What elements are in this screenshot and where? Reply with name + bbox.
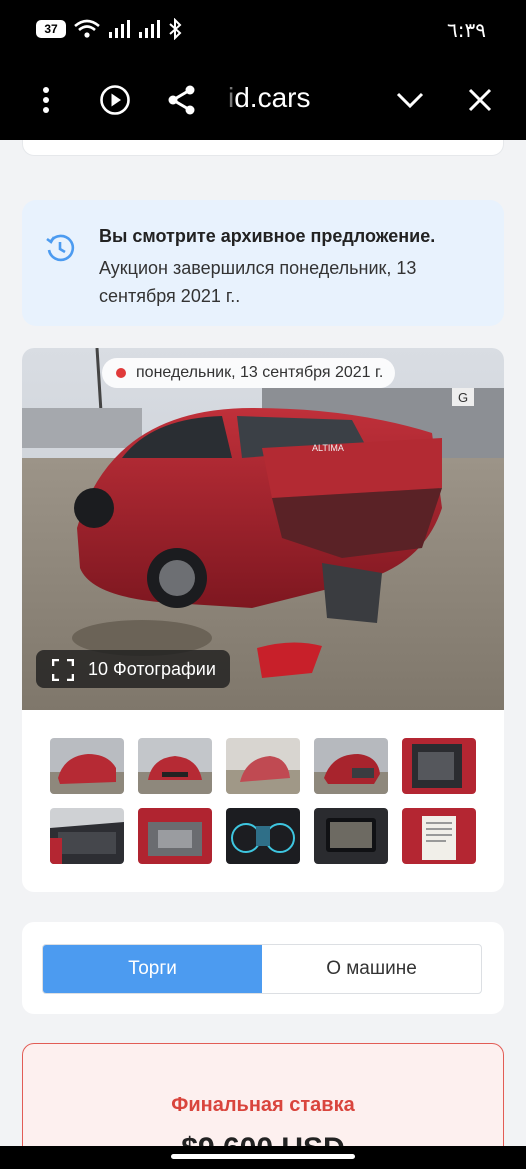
tab-bidding[interactable]: Торги bbox=[43, 945, 262, 993]
wifi-icon bbox=[74, 19, 100, 38]
photos-count-label: 10 Фотографии bbox=[88, 659, 216, 679]
share-icon[interactable] bbox=[162, 80, 202, 120]
page-content: Вы смотрите архивное предложение. Аукцио… bbox=[0, 140, 526, 1146]
home-gesture-handle[interactable] bbox=[171, 1154, 355, 1159]
battery-icon: 37 bbox=[36, 20, 66, 38]
svg-text:ALTIMA: ALTIMA bbox=[312, 443, 344, 453]
thumbnail[interactable] bbox=[226, 808, 300, 864]
close-icon[interactable] bbox=[460, 80, 500, 120]
more-menu-icon[interactable] bbox=[26, 80, 66, 120]
thumbnail[interactable] bbox=[138, 738, 212, 794]
svg-text:G: G bbox=[458, 390, 468, 405]
auction-date-badge: понедельник, 13 сентября 2021 г. bbox=[102, 358, 396, 388]
thumbnail[interactable] bbox=[50, 738, 124, 794]
tab-switcher: Торги О машине bbox=[42, 944, 482, 994]
url-text[interactable]: id.cars bbox=[228, 82, 310, 114]
browser-toolbar: id.cars bbox=[0, 60, 526, 140]
archive-notice: Вы смотрите архивное предложение. Аукцио… bbox=[22, 200, 504, 326]
status-bar: 37 ٦:٣٩ bbox=[0, 0, 526, 60]
fullscreen-icon bbox=[52, 659, 74, 681]
thumbnail[interactable] bbox=[402, 738, 476, 794]
thumbnail[interactable] bbox=[314, 808, 388, 864]
play-icon[interactable] bbox=[95, 80, 135, 120]
auction-date: понедельник, 13 сентября 2021 г. bbox=[136, 364, 384, 381]
thumbnail[interactable] bbox=[50, 808, 124, 864]
status-time: ٦:٣٩ bbox=[447, 18, 486, 42]
thumbnail[interactable] bbox=[402, 808, 476, 864]
chevron-down-icon[interactable] bbox=[390, 80, 430, 120]
thumbnail[interactable] bbox=[314, 738, 388, 794]
thumbnail[interactable] bbox=[226, 738, 300, 794]
signal-icon-2 bbox=[139, 20, 160, 38]
previous-card bbox=[22, 140, 504, 156]
final-bid-value: $9,600 USD bbox=[23, 1132, 503, 1146]
tabs-card: Торги О машине bbox=[22, 922, 504, 1014]
archive-text: Аукцион завершился понедельник, 13 сентя… bbox=[99, 258, 417, 306]
archive-title: Вы смотрите архивное предложение. bbox=[99, 226, 436, 246]
photo-gallery: G ALTIMA понедельник, 13 сентября 2021 г… bbox=[22, 348, 504, 892]
url-domain: d.cars bbox=[234, 82, 311, 113]
status-dot bbox=[116, 368, 126, 378]
system-nav-bar bbox=[0, 1146, 526, 1169]
final-bid-title: Финальная ставка bbox=[171, 1094, 355, 1116]
thumbnail[interactable] bbox=[138, 808, 212, 864]
signal-icon bbox=[109, 20, 130, 38]
bluetooth-icon bbox=[169, 18, 182, 40]
thumbnail-grid bbox=[50, 738, 480, 864]
final-bid-card: Финальная ставка $9,600 USD bbox=[22, 1043, 504, 1146]
open-photos-button[interactable]: 10 Фотографии bbox=[36, 650, 230, 688]
history-icon bbox=[46, 234, 75, 262]
tab-about-car[interactable]: О машине bbox=[262, 945, 481, 993]
